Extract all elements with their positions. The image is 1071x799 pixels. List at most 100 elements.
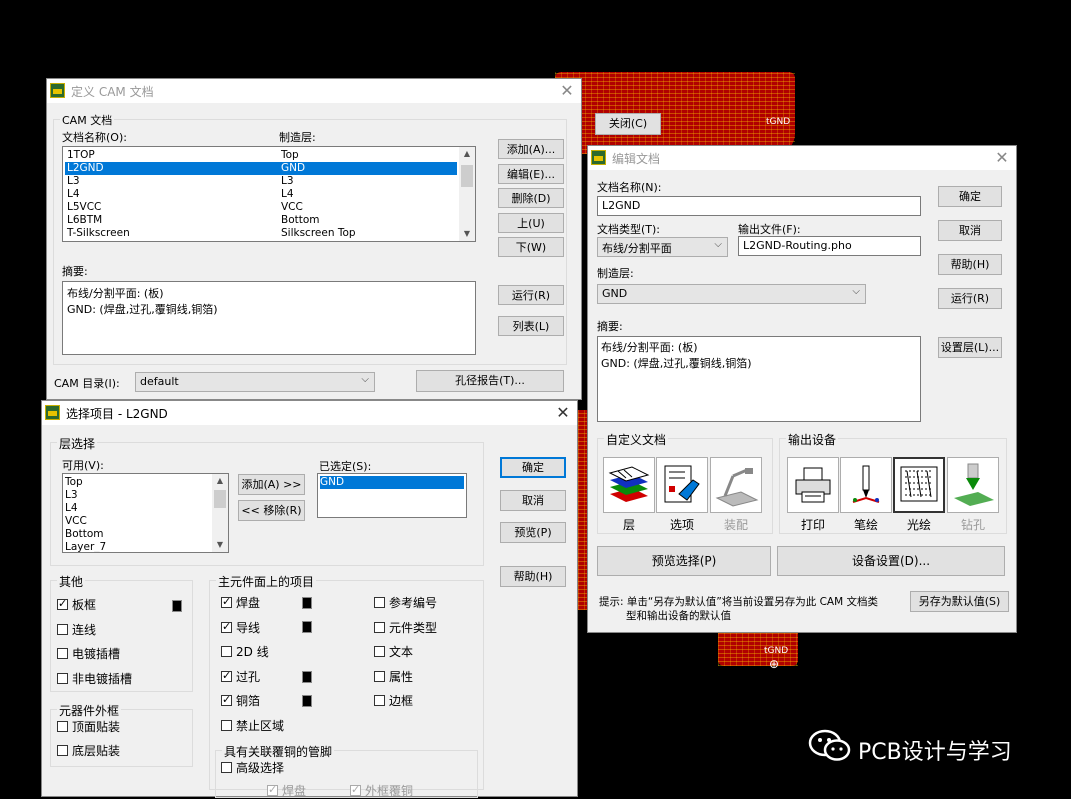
doc-type-select[interactable]: 布线/分割平面 ⌵ bbox=[597, 237, 728, 257]
drill-tile-button[interactable] bbox=[947, 457, 999, 513]
cancel-button[interactable]: 取消 bbox=[500, 490, 566, 511]
checkbox-box[interactable] bbox=[374, 621, 385, 633]
options-tile-button[interactable] bbox=[656, 457, 708, 513]
ok-button[interactable]: 确定 bbox=[938, 186, 1002, 207]
help-button[interactable]: 帮助(H) bbox=[500, 566, 566, 587]
list-item[interactable]: Top bbox=[65, 476, 210, 489]
list-item[interactable]: L3 bbox=[65, 489, 210, 502]
scroll-thumb[interactable] bbox=[461, 165, 473, 187]
list-button[interactable]: 列表(L) bbox=[498, 316, 564, 336]
available-layers-list[interactable]: Top L3 L4 VCC Bottom Layer_7 ▲ ▼ bbox=[62, 473, 229, 553]
run-button[interactable]: 运行(R) bbox=[498, 285, 564, 305]
assembly-tile-button[interactable] bbox=[710, 457, 762, 513]
scroll-down-icon[interactable]: ▼ bbox=[459, 227, 475, 241]
checkbox-box[interactable] bbox=[374, 646, 385, 657]
cancel-button[interactable]: 取消 bbox=[938, 220, 1002, 241]
checkbox-导线[interactable]: 导线 bbox=[221, 619, 260, 636]
checkbox-box[interactable] bbox=[221, 762, 232, 773]
checkbox-box[interactable] bbox=[57, 672, 68, 684]
list-item[interactable]: T-Silkscreen Silkscreen Top bbox=[65, 227, 457, 240]
save-default-button[interactable]: 另存为默认值(S) bbox=[910, 591, 1009, 612]
checkbox-电镀插槽[interactable]: 电镀插槽 bbox=[57, 646, 120, 662]
checkbox-属性[interactable]: 属性 bbox=[374, 669, 413, 685]
checkbox-连线[interactable]: 连线 bbox=[57, 622, 96, 638]
layers-tile-button[interactable] bbox=[603, 457, 655, 513]
remove-layer-button[interactable]: << 移除(R) bbox=[238, 500, 305, 521]
checkbox-box[interactable] bbox=[57, 721, 68, 732]
close-icon[interactable]: ✕ bbox=[559, 81, 575, 100]
checkbox-非电镀插槽[interactable]: 非电镀插槽 bbox=[57, 671, 132, 687]
checkbox-box[interactable] bbox=[57, 596, 68, 612]
cam-document-list[interactable]: 1TOP Top L2GND GND L3 L3 L4 L4 L5VCC VCC L6BTM Bott… bbox=[62, 146, 476, 242]
help-button[interactable]: 帮助(H) bbox=[938, 254, 1002, 275]
checkbox-box[interactable] bbox=[57, 745, 68, 756]
move-down-button[interactable]: 下(W) bbox=[498, 237, 564, 257]
list-item[interactable]: Layer_7 bbox=[65, 541, 210, 552]
checkbox-box[interactable] bbox=[221, 646, 232, 657]
color-swatch[interactable] bbox=[302, 597, 312, 609]
checkbox-焊盘[interactable]: 焊盘 bbox=[221, 594, 260, 611]
delete-button[interactable]: 删除(D) bbox=[498, 188, 564, 208]
list-item[interactable]: 1TOP Top bbox=[65, 149, 457, 162]
checkbox-box[interactable] bbox=[221, 719, 232, 731]
close-icon[interactable]: ✕ bbox=[994, 148, 1010, 167]
checkbox-box[interactable] bbox=[267, 782, 278, 798]
list-item[interactable]: L6BTM Bottom bbox=[65, 214, 457, 227]
selected-layers-list[interactable]: GND bbox=[317, 473, 467, 518]
checkbox-底层贴装[interactable]: 底层贴装 bbox=[57, 743, 120, 759]
device-setup-button[interactable]: 设备设置(D)... bbox=[777, 546, 1005, 576]
photo-plot-tile-button[interactable] bbox=[893, 457, 945, 513]
print-tile-button[interactable] bbox=[787, 457, 839, 513]
checkbox-文本[interactable]: 文本 bbox=[374, 644, 413, 660]
list-item[interactable]: L2GND GND bbox=[65, 162, 457, 175]
checkbox-box[interactable] bbox=[57, 623, 68, 635]
pen-plot-tile-button[interactable] bbox=[840, 457, 892, 513]
move-up-button[interactable]: 上(U) bbox=[498, 213, 564, 233]
drill-report-button[interactable]: 孔径报告(T)... bbox=[416, 370, 564, 392]
list-item[interactable]: L4 L4 bbox=[65, 188, 457, 201]
checkbox-box[interactable] bbox=[350, 782, 361, 798]
checkbox-box[interactable] bbox=[57, 648, 68, 659]
color-swatch[interactable] bbox=[302, 621, 312, 633]
add-button[interactable]: 添加(A)... bbox=[498, 139, 564, 159]
list-item[interactable]: VCC bbox=[65, 515, 210, 528]
doc-name-input[interactable]: L2GND bbox=[597, 196, 921, 216]
checkbox-box[interactable] bbox=[221, 668, 232, 684]
set-layers-button[interactable]: 设置层(L)... bbox=[938, 337, 1002, 358]
checkbox-顶面贴装[interactable]: 顶面贴装 bbox=[57, 719, 120, 735]
checkbox-板框[interactable]: 板框 bbox=[57, 596, 96, 613]
checkbox-2D 线[interactable]: 2D 线 bbox=[221, 644, 269, 660]
checkbox-box[interactable] bbox=[221, 619, 232, 635]
scroll-up-icon[interactable]: ▲ bbox=[212, 474, 228, 488]
scroll-thumb[interactable] bbox=[214, 490, 226, 508]
checkbox-禁止区域[interactable]: 禁止区域 bbox=[221, 718, 284, 734]
ok-button[interactable]: 确定 bbox=[500, 457, 566, 478]
run-button[interactable]: 运行(R) bbox=[938, 288, 1002, 309]
list-item[interactable]: L3 L3 bbox=[65, 175, 457, 188]
preview-button[interactable]: 预览(P) bbox=[500, 522, 566, 543]
checkbox-box[interactable] bbox=[374, 670, 385, 682]
checkbox-box[interactable] bbox=[374, 597, 385, 608]
edit-button[interactable]: 编辑(E)... bbox=[498, 164, 564, 184]
color-swatch[interactable] bbox=[302, 695, 312, 707]
list-scrollbar[interactable]: ▲ ▼ bbox=[212, 474, 228, 552]
list-item[interactable]: L5VCC VCC bbox=[65, 201, 457, 214]
checkbox-边框[interactable]: 边框 bbox=[374, 693, 413, 709]
close-button[interactable]: 关闭(C) bbox=[595, 113, 661, 135]
color-swatch[interactable] bbox=[302, 671, 312, 683]
list-item[interactable]: GND bbox=[320, 476, 464, 489]
color-swatch[interactable] bbox=[172, 600, 182, 612]
preview-selection-button[interactable]: 预览选择(P) bbox=[597, 546, 771, 576]
checkbox-元件类型[interactable]: 元件类型 bbox=[374, 620, 437, 636]
layer-select[interactable]: GND ⌵ bbox=[597, 284, 866, 304]
add-layer-button[interactable]: 添加(A) >> bbox=[238, 474, 305, 495]
checkbox-box[interactable] bbox=[374, 695, 385, 706]
checkbox-box[interactable] bbox=[221, 594, 232, 610]
scroll-up-icon[interactable]: ▲ bbox=[459, 147, 475, 161]
list-scrollbar[interactable]: ▲ ▼ bbox=[459, 147, 475, 241]
cam-directory-select[interactable]: default ⌵ bbox=[135, 372, 375, 392]
close-icon[interactable]: ✕ bbox=[555, 403, 571, 422]
scroll-down-icon[interactable]: ▼ bbox=[212, 538, 228, 552]
list-item[interactable]: L4 bbox=[65, 502, 210, 515]
list-item[interactable]: Bottom bbox=[65, 528, 210, 541]
